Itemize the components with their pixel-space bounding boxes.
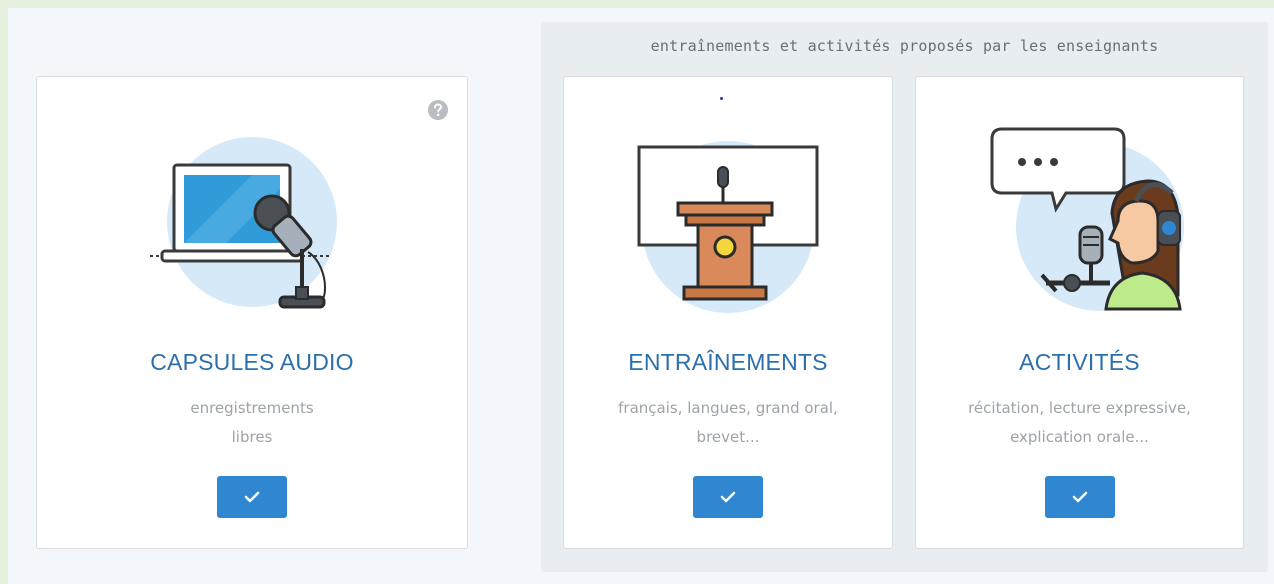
description-line: libres [231,428,273,446]
card-entrainements[interactable]: ENTRAÎNEMENTS français, langues, grand o… [563,76,893,549]
check-icon [720,491,736,503]
description-line: français, langues, grand oral, [618,399,838,417]
speaker-headphones-icon [960,117,1200,327]
dot-mark [720,97,723,100]
description-line: explication orale... [1010,428,1149,446]
card-description: français, langues, grand oral, brevet... [584,394,872,452]
card-description: enregistrements libres [57,394,447,452]
laptop-microphone-icon [132,117,372,327]
description-line: brevet... [696,428,760,446]
question-circle-icon[interactable] [427,99,449,121]
select-capsules-audio-button[interactable] [217,476,287,518]
check-icon [244,491,260,503]
group-caption: entraînements et activités proposés par … [650,37,1159,55]
card-title: CAPSULES AUDIO [150,349,354,375]
card-capsules-audio[interactable]: CAPSULES AUDIO enregistrements libres [36,76,468,549]
card-title: ACTIVITÉS [1019,349,1140,375]
card-description: récitation, lecture expressive, explicat… [936,394,1223,452]
check-icon [1072,491,1087,503]
select-entrainements-button[interactable] [693,476,763,518]
select-activites-button[interactable] [1044,476,1115,518]
card-activites[interactable]: ACTIVITÉS récitation, lecture expressive… [915,76,1244,549]
description-line: récitation, lecture expressive, [968,399,1191,417]
card-title: ENTRAÎNEMENTS [628,349,828,375]
description-line: enregistrements [190,399,314,417]
podium-screen-icon [608,117,848,327]
